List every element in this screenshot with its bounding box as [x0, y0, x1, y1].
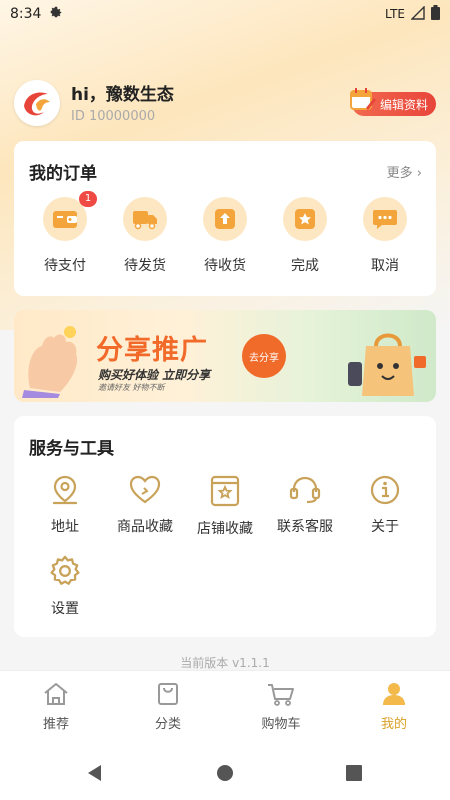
service-label: 设置 — [51, 601, 79, 617]
order-pending-receipt[interactable]: 待收货 — [195, 197, 255, 275]
service-settings[interactable]: 设置 — [25, 554, 105, 618]
pending-payment-badge: 1 — [79, 191, 97, 207]
service-label: 商品收藏 — [117, 519, 173, 535]
wallet-icon: 1 — [43, 191, 97, 241]
heart-icon — [129, 475, 161, 504]
service-label: 关于 — [371, 519, 399, 535]
chat-icon — [363, 197, 407, 241]
service-customer-support[interactable]: 联系客服 — [265, 474, 345, 536]
gear-icon — [50, 555, 80, 585]
user-id: ID 10000000 — [71, 109, 156, 124]
truck-icon — [123, 197, 167, 241]
bag-icon — [158, 683, 178, 705]
home-nav-icon[interactable] — [216, 764, 234, 782]
services-title: 服务与工具 — [29, 439, 114, 459]
go-share-button[interactable]: 去分享 — [242, 334, 286, 378]
status-bar: 8:34 LTE — [0, 0, 450, 28]
services-card: 服务与工具 地址 商品收藏 店铺收藏 联系客服 关于 设置 — [14, 416, 436, 637]
profile-section: hi，豫数生态 ID 10000000 编辑资料 — [14, 78, 436, 130]
network-label: LTE — [385, 7, 405, 21]
box-icon — [203, 197, 247, 241]
username: hi，豫数生态 — [71, 85, 174, 105]
recents-icon[interactable] — [346, 765, 362, 781]
edit-profile-label: 编辑资料 — [379, 97, 428, 112]
service-label: 联系客服 — [277, 519, 333, 535]
location-icon — [52, 475, 78, 505]
tab-label: 分类 — [154, 717, 181, 732]
service-label: 地址 — [51, 519, 79, 535]
info-icon — [370, 475, 400, 505]
order-pending-shipment[interactable]: 待发货 — [115, 197, 175, 275]
service-about[interactable]: 关于 — [345, 474, 425, 536]
share-promo-banner[interactable]: 分享推广 购买好体验 立即分享 邀请好友 好物不断 去分享 — [14, 310, 436, 402]
orders-title: 我的订单 — [29, 164, 97, 184]
battery-icon — [431, 5, 440, 23]
service-label: 店铺收藏 — [197, 521, 253, 537]
banner-subtitle: 购买好体验 立即分享 — [98, 368, 211, 382]
hand-illustration-icon — [22, 326, 78, 398]
system-navigation-bar — [0, 744, 450, 800]
tab-label: 我的 — [380, 717, 407, 732]
service-product-favorites[interactable]: 商品收藏 — [105, 474, 185, 536]
app-version: 当前版本 v1.1.1 — [180, 656, 270, 670]
tab-recommend[interactable]: 推荐 — [26, 681, 86, 732]
order-label: 完成 — [291, 258, 319, 274]
order-completed[interactable]: 完成 — [275, 197, 335, 275]
brand-logo-icon — [17, 83, 57, 123]
headset-icon — [289, 476, 321, 504]
tab-label: 推荐 — [42, 717, 69, 732]
calendar-edit-icon — [349, 88, 376, 110]
avatar[interactable] — [14, 80, 60, 126]
status-time: 8:34 — [10, 6, 42, 22]
cart-icon — [268, 684, 294, 706]
signal-icon — [410, 4, 425, 23]
tab-category[interactable]: 分类 — [138, 681, 198, 732]
orders-card: 我的订单 更多 › 1 待支付 待发货 待收货 完成 取消 — [14, 141, 436, 296]
banner-note: 邀请好友 好物不断 — [98, 383, 165, 392]
order-label: 待发货 — [124, 258, 166, 274]
home-icon — [44, 683, 68, 705]
settings-status-icon — [49, 5, 63, 23]
store-star-icon — [210, 475, 240, 507]
edit-profile-button[interactable]: 编辑资料 — [349, 88, 436, 116]
order-label: 取消 — [371, 258, 399, 274]
service-address[interactable]: 地址 — [25, 474, 105, 536]
order-label: 待收货 — [204, 258, 246, 274]
bottom-tab-bar: 推荐 分类 购物车 我的 — [0, 670, 450, 744]
back-icon[interactable] — [86, 764, 104, 782]
orders-more-link[interactable]: 更多 › — [387, 162, 422, 181]
go-share-label: 去分享 — [249, 352, 279, 364]
service-store-favorites[interactable]: 店铺收藏 — [185, 474, 265, 538]
order-cancelled[interactable]: 取消 — [355, 197, 415, 275]
banner-title: 分享推广 — [96, 335, 208, 366]
shopping-bag-mascot-icon — [348, 333, 426, 396]
order-label: 待支付 — [44, 258, 86, 274]
order-pending-payment[interactable]: 1 待支付 — [35, 191, 97, 275]
tab-cart[interactable]: 购物车 — [251, 681, 311, 732]
tab-label: 购物车 — [261, 717, 301, 732]
user-icon — [383, 683, 405, 705]
tab-mine[interactable]: 我的 — [364, 681, 424, 732]
star-box-icon — [283, 197, 327, 241]
